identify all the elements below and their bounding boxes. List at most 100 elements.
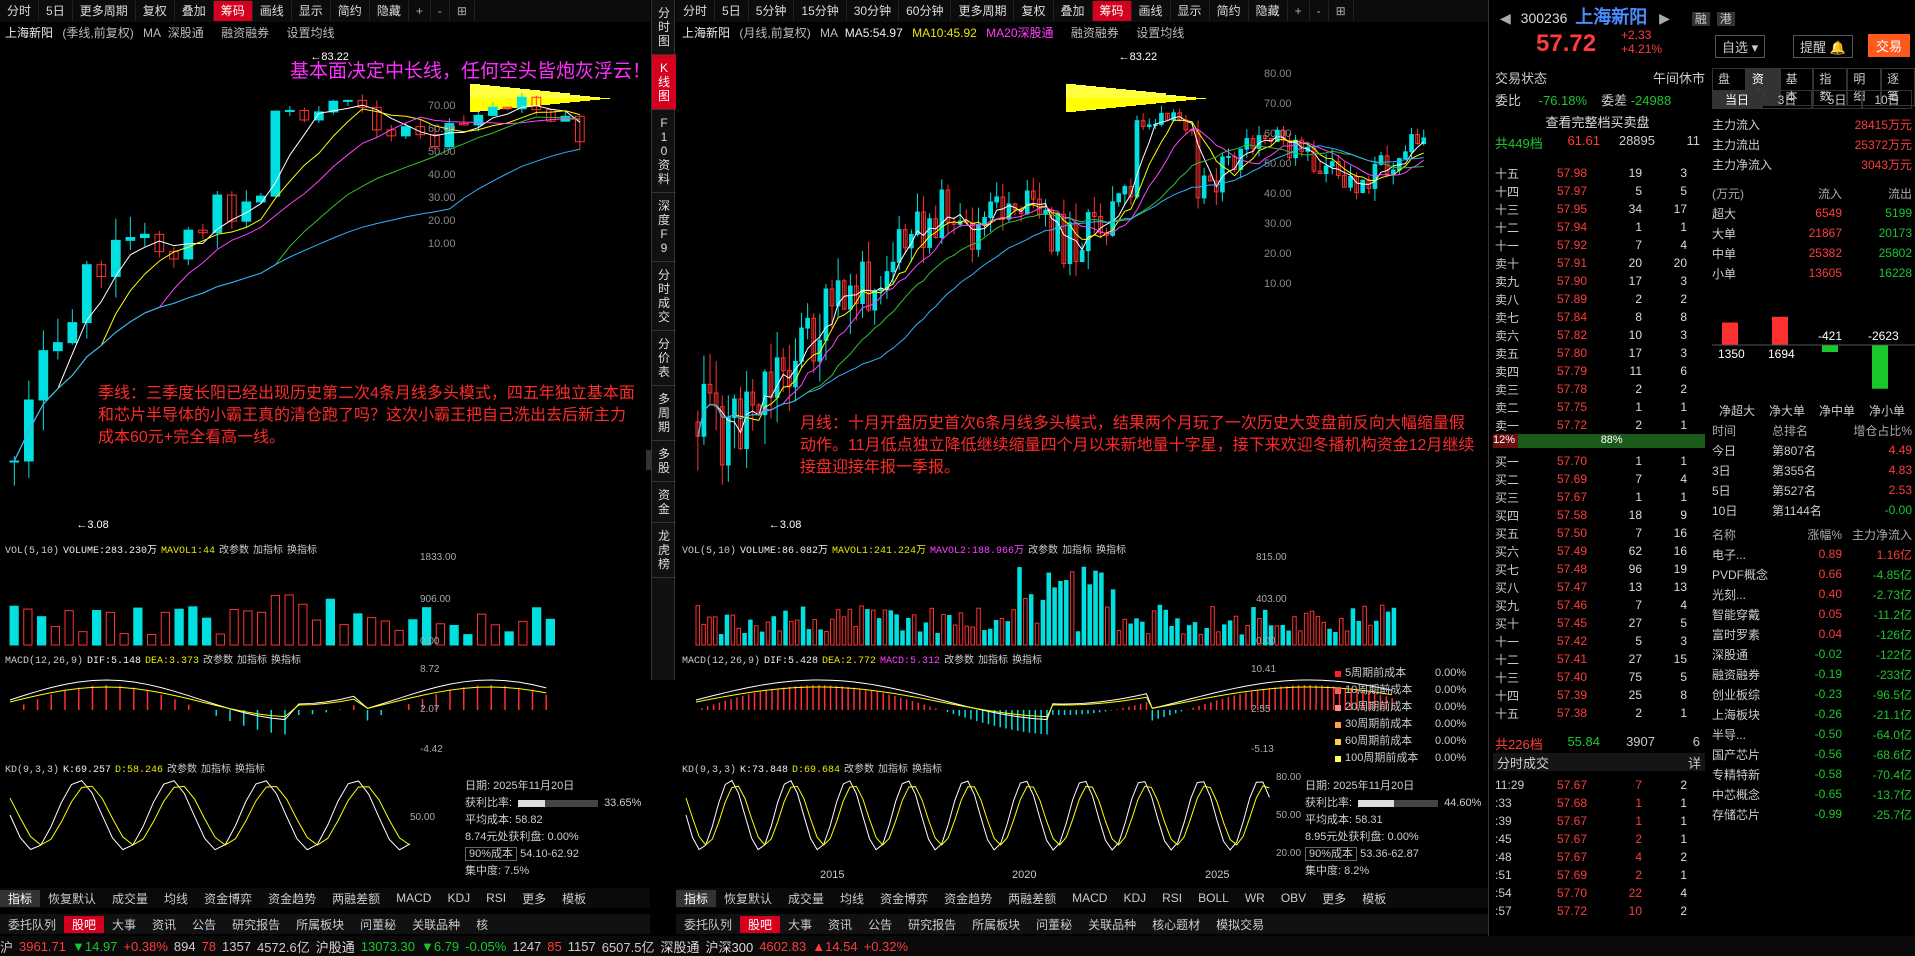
mid-bottom-tab-9[interactable]: 核心题材 bbox=[1144, 916, 1208, 933]
vtab-5[interactable]: 分价表 bbox=[652, 331, 676, 386]
mid-bottom-tab-0[interactable]: 委托队列 bbox=[676, 916, 740, 933]
mid-bottom-tab-8[interactable]: 关联品种 bbox=[1080, 916, 1144, 933]
left-toolbar-btn-9[interactable]: 隐藏 bbox=[370, 1, 409, 21]
book-row[interactable]: 买四 57.58 18 9 bbox=[1495, 506, 1705, 524]
left-ind-tab-5[interactable]: 资金趋势 bbox=[260, 890, 324, 907]
left-ind-tab-3[interactable]: 均线 bbox=[156, 890, 196, 907]
vtab-1[interactable]: K线图 bbox=[652, 55, 676, 110]
left-bottom-tab-1[interactable]: 股吧 bbox=[64, 915, 105, 933]
mid-bottom-tab-7[interactable]: 问董秘 bbox=[1028, 916, 1080, 933]
book-row[interactable]: 卖九 57.90 17 3 bbox=[1495, 272, 1705, 290]
vtab-0[interactable]: 分时图 bbox=[652, 0, 676, 55]
fundflow-tab-3[interactable]: 10日 bbox=[1862, 90, 1912, 109]
book-row[interactable]: 买六 57.49 62 16 bbox=[1495, 542, 1705, 560]
mid-toolbar-btn-8[interactable]: 叠加 bbox=[1054, 1, 1093, 21]
mid-ind-tab-3[interactable]: 均线 bbox=[832, 890, 872, 907]
left-toolbar-btn-6[interactable]: 画线 bbox=[253, 1, 292, 21]
book-row[interactable]: 买二 57.69 7 4 bbox=[1495, 470, 1705, 488]
mid-toolbar-btn-7[interactable]: 复权 bbox=[1014, 1, 1054, 21]
book-row[interactable]: 买九 57.46 7 4 bbox=[1495, 596, 1705, 614]
mid-toolbar-tool-icon-2[interactable]: ⊞ bbox=[1329, 1, 1354, 21]
watchlist-button[interactable]: 自选 ▾ bbox=[1715, 35, 1766, 58]
sector-row[interactable]: 智能穿戴 0.05 -11.2亿 bbox=[1712, 604, 1915, 624]
left-toolbar-btn-8[interactable]: 简约 bbox=[331, 1, 370, 21]
left-ind-tab-7[interactable]: MACD bbox=[388, 891, 439, 905]
book-row[interactable]: 卖七 57.84 8 8 bbox=[1495, 308, 1705, 326]
fundflow-tab-0[interactable]: 当日 bbox=[1712, 90, 1762, 109]
left-toolbar-tool-icon-1[interactable]: - bbox=[431, 1, 450, 21]
book-row[interactable]: 十二 57.41 27 15 bbox=[1495, 650, 1705, 668]
left-toolbar-btn-1[interactable]: 5日 bbox=[39, 1, 73, 21]
mid-toolbar-btn-5[interactable]: 60分钟 bbox=[899, 1, 952, 21]
sector-row[interactable]: 富时罗素 0.04 -126亿 bbox=[1712, 624, 1915, 644]
left-toolbar-btn-7[interactable]: 显示 bbox=[292, 1, 331, 21]
left-ind-tab-6[interactable]: 两融差额 bbox=[324, 890, 388, 907]
left-bottom-tab-0[interactable]: 委托队列 bbox=[0, 916, 64, 933]
mid-toolbar-tool-icon-0[interactable]: + bbox=[1288, 1, 1310, 21]
book-row[interactable]: 买三 57.67 1 1 bbox=[1495, 488, 1705, 506]
sector-row[interactable]: 中芯概念 -0.65 -13.7亿 bbox=[1712, 784, 1915, 804]
left-toolbar-tool-icon-0[interactable]: + bbox=[409, 1, 431, 21]
left-bottom-tab-6[interactable]: 所属板块 bbox=[288, 916, 352, 933]
mid-toolbar-btn-0[interactable]: 分时 bbox=[676, 1, 716, 21]
book-row[interactable]: 卖一 57.72 2 1 bbox=[1495, 416, 1705, 434]
mid-toolbar-btn-3[interactable]: 15分钟 bbox=[794, 1, 847, 21]
left-bottom-tab-5[interactable]: 研究报告 bbox=[224, 916, 288, 933]
left-bottom-tab-7[interactable]: 问董秘 bbox=[352, 916, 404, 933]
mid-kline-chart[interactable]: ←83.22 ←3.08 bbox=[676, 42, 1488, 540]
mid-bottom-tab-5[interactable]: 研究报告 bbox=[900, 916, 964, 933]
book-row[interactable]: 十一 57.42 5 3 bbox=[1495, 632, 1705, 650]
left-toolbar-btn-0[interactable]: 分时 bbox=[0, 1, 40, 21]
mid-bottom-tab-10[interactable]: 模拟交易 bbox=[1208, 916, 1272, 933]
book-row[interactable]: 卖十 57.91 20 20 bbox=[1495, 254, 1705, 272]
left-ind-tab-9[interactable]: RSI bbox=[478, 891, 514, 905]
mid-toolbar-btn-2[interactable]: 5分钟 bbox=[749, 1, 795, 21]
mid-ind-tab-8[interactable]: KDJ bbox=[1115, 891, 1154, 905]
mid-ind-tab-4[interactable]: 资金博弈 bbox=[872, 890, 936, 907]
left-toolbar-btn-3[interactable]: 复权 bbox=[136, 1, 175, 21]
left-ind-tab-1[interactable]: 恢复默认 bbox=[40, 890, 104, 907]
left-cost-select[interactable]: 90%成本 bbox=[465, 847, 518, 861]
sector-row[interactable]: 存储芯片 -0.99 -25.7亿 bbox=[1712, 804, 1915, 824]
trade-button[interactable]: 交易 bbox=[1868, 34, 1911, 57]
sector-row[interactable]: 光刻... 0.40 -2.73亿 bbox=[1712, 584, 1915, 604]
book-row[interactable]: 卖八 57.89 2 2 bbox=[1495, 290, 1705, 308]
left-bottom-tab-2[interactable]: 大事 bbox=[104, 916, 144, 933]
book-row[interactable]: 卖二 57.75 1 1 bbox=[1495, 398, 1705, 416]
mid-toolbar-btn-11[interactable]: 显示 bbox=[1171, 1, 1210, 21]
left-ind-tab-10[interactable]: 更多 bbox=[514, 890, 554, 907]
left-ind-tab-2[interactable]: 成交量 bbox=[104, 890, 156, 907]
left-toolbar-tool-icon-2[interactable]: ⊞ bbox=[450, 1, 475, 21]
mid-bottom-tab-2[interactable]: 大事 bbox=[780, 916, 820, 933]
left-ind-tab-8[interactable]: KDJ bbox=[439, 891, 478, 905]
mid-ind-tab-0[interactable]: 指标 bbox=[676, 889, 717, 907]
next-stock-icon[interactable]: ▶ bbox=[1659, 10, 1670, 26]
sector-row[interactable]: 深股通 -0.02 -122亿 bbox=[1712, 644, 1915, 664]
fundflow-tab-1[interactable]: 3日 bbox=[1762, 90, 1812, 109]
vtab-6[interactable]: 多周期 bbox=[652, 386, 676, 441]
left-toolbar-btn-2[interactable]: 更多周期 bbox=[73, 1, 136, 21]
book-row[interactable]: 十五 57.98 19 3 bbox=[1495, 164, 1705, 182]
vtab-3[interactable]: 深度F9 bbox=[652, 193, 676, 262]
left-toolbar-btn-5[interactable]: 筹码 bbox=[213, 1, 253, 21]
sector-row[interactable]: 专精特新 -0.58 -70.4亿 bbox=[1712, 764, 1915, 784]
vtab-8[interactable]: 资金 bbox=[652, 482, 676, 523]
mid-ind-tab-12[interactable]: OBV bbox=[1273, 891, 1314, 905]
vtab-7[interactable]: 多股 bbox=[652, 441, 676, 482]
mid-ind-tab-2[interactable]: 成交量 bbox=[780, 890, 832, 907]
mid-ind-tab-6[interactable]: 两融差额 bbox=[1000, 890, 1064, 907]
mid-toolbar-tool-icon-1[interactable]: - bbox=[1310, 1, 1329, 21]
sector-row[interactable]: PVDF概念 0.66 -4.85亿 bbox=[1712, 564, 1915, 584]
alert-button[interactable]: 提醒 🔔 bbox=[1793, 35, 1853, 58]
left-bottom-tab-3[interactable]: 资讯 bbox=[144, 916, 184, 933]
left-ind-tab-11[interactable]: 模板 bbox=[554, 890, 594, 907]
book-row[interactable]: 十三 57.40 75 5 bbox=[1495, 668, 1705, 686]
book-row[interactable]: 卖三 57.78 2 2 bbox=[1495, 380, 1705, 398]
book-row[interactable]: 卖六 57.82 10 3 bbox=[1495, 326, 1705, 344]
book-row[interactable]: 卖五 57.80 17 3 bbox=[1495, 344, 1705, 362]
sector-row[interactable]: 电子... 0.89 1.16亿 bbox=[1712, 544, 1915, 564]
mid-ind-tab-5[interactable]: 资金趋势 bbox=[936, 890, 1000, 907]
mid-bottom-tab-6[interactable]: 所属板块 bbox=[964, 916, 1028, 933]
mid-toolbar-btn-13[interactable]: 隐藏 bbox=[1249, 1, 1288, 21]
mid-toolbar-btn-4[interactable]: 30分钟 bbox=[847, 1, 900, 21]
